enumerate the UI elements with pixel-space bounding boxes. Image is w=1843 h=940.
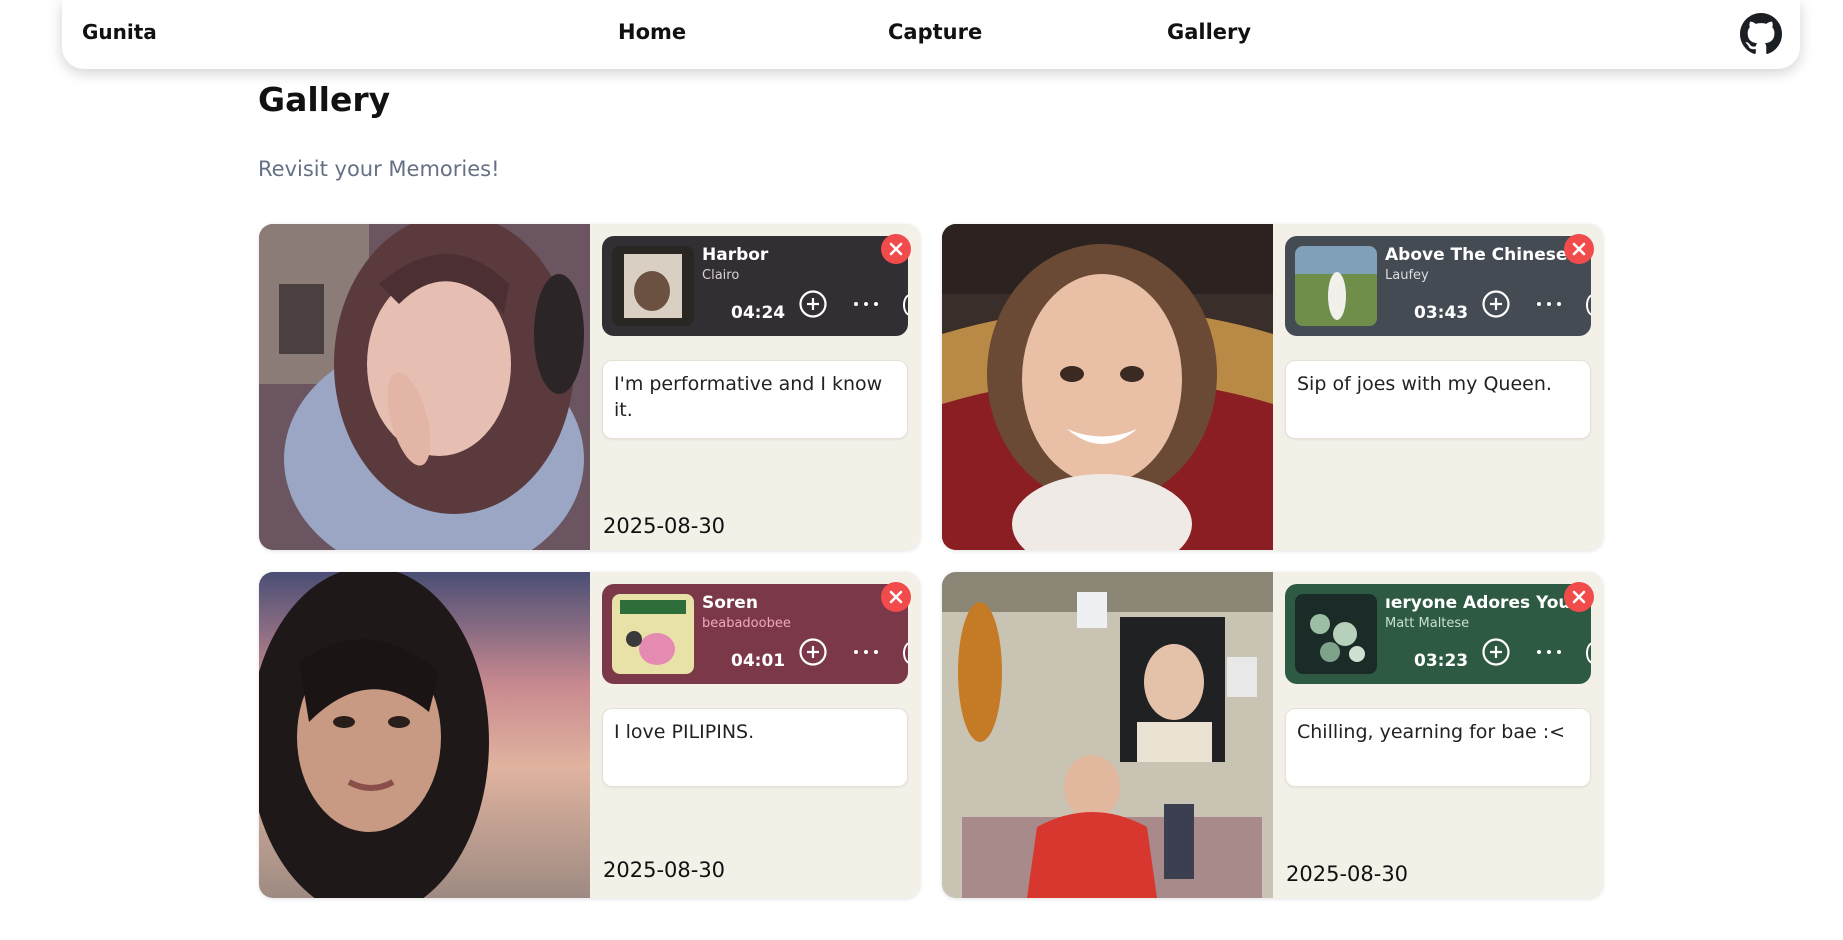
song-widget[interactable]: Soren beabadoobee 04:01 — [602, 584, 908, 684]
memory-photo[interactable] — [942, 572, 1273, 898]
song-title: Soren — [702, 593, 758, 613]
more-options-icon[interactable] — [1535, 294, 1563, 314]
song-duration: 03:43 — [1414, 303, 1469, 323]
album-cover — [1295, 246, 1377, 326]
more-options-icon[interactable] — [1535, 642, 1563, 662]
play-indicator-icon[interactable] — [903, 642, 908, 664]
song-title: ıeryone Adores You (a — [1385, 593, 1581, 613]
page-subtitle: Revisit your Memories! — [258, 157, 500, 181]
add-icon[interactable] — [1481, 289, 1511, 319]
add-icon[interactable] — [798, 637, 828, 667]
brand-logo[interactable]: Gunita — [82, 20, 157, 44]
song-duration: 04:24 — [731, 303, 786, 323]
song-artist: Clairo — [702, 268, 740, 283]
memory-caption: Sip of joes with my Queen. — [1285, 360, 1591, 439]
memory-caption: I love PILIPINS. — [602, 708, 908, 787]
memory-caption: Chilling, yearning for bae :< — [1285, 708, 1591, 787]
play-indicator-icon[interactable] — [903, 294, 908, 316]
more-options-icon[interactable] — [852, 642, 880, 662]
album-cover — [612, 594, 694, 674]
album-cover — [1295, 594, 1377, 674]
song-widget[interactable]: ıeryone Adores You (a Matt Maltese 03:23 — [1285, 584, 1591, 684]
delete-button[interactable] — [1564, 234, 1594, 264]
song-artist: Laufey — [1385, 268, 1429, 283]
memory-photo[interactable] — [942, 224, 1273, 550]
more-options-icon[interactable] — [852, 294, 880, 314]
song-title: Above The Chinese Re — [1385, 245, 1581, 265]
delete-button[interactable] — [881, 582, 911, 612]
github-icon[interactable] — [1740, 13, 1782, 55]
memory-photo[interactable] — [259, 572, 590, 898]
nav-gallery[interactable]: Gallery — [1167, 20, 1251, 44]
add-icon[interactable] — [798, 289, 828, 319]
song-title: Harbor — [702, 245, 769, 265]
page-title: Gallery — [258, 80, 391, 119]
song-duration: 03:23 — [1414, 651, 1469, 671]
play-indicator-icon[interactable] — [1586, 294, 1591, 316]
song-artist: Matt Maltese — [1385, 616, 1470, 631]
add-icon[interactable] — [1481, 637, 1511, 667]
memory-date: 2025-08-30 — [603, 514, 726, 538]
memory-card: Harbor Clairo 04:24 I'm performative and… — [259, 224, 920, 550]
memory-card: Above The Chinese Re Laufey 03:43 Sip of… — [942, 224, 1603, 550]
memory-date: 2025-08-30 — [603, 858, 726, 882]
song-widget[interactable]: Above The Chinese Re Laufey 03:43 — [1285, 236, 1591, 336]
song-widget[interactable]: Harbor Clairo 04:24 — [602, 236, 908, 336]
top-navbar: Gunita Home Capture Gallery — [62, 0, 1800, 69]
memory-photo[interactable] — [259, 224, 590, 550]
memory-caption: I'm performative and I know it. — [602, 360, 908, 439]
nav-home[interactable]: Home — [618, 20, 686, 44]
song-artist: beabadoobee — [702, 616, 791, 631]
delete-button[interactable] — [881, 234, 911, 264]
delete-button[interactable] — [1564, 582, 1594, 612]
memory-card: ıeryone Adores You (a Matt Maltese 03:23… — [942, 572, 1603, 898]
album-cover — [612, 246, 694, 326]
song-duration: 04:01 — [731, 651, 786, 671]
play-indicator-icon[interactable] — [1586, 642, 1591, 664]
memory-card: Soren beabadoobee 04:01 I love PILIPINS.… — [259, 572, 920, 898]
nav-capture[interactable]: Capture — [888, 20, 982, 44]
memory-date: 2025-08-30 — [1286, 862, 1409, 886]
